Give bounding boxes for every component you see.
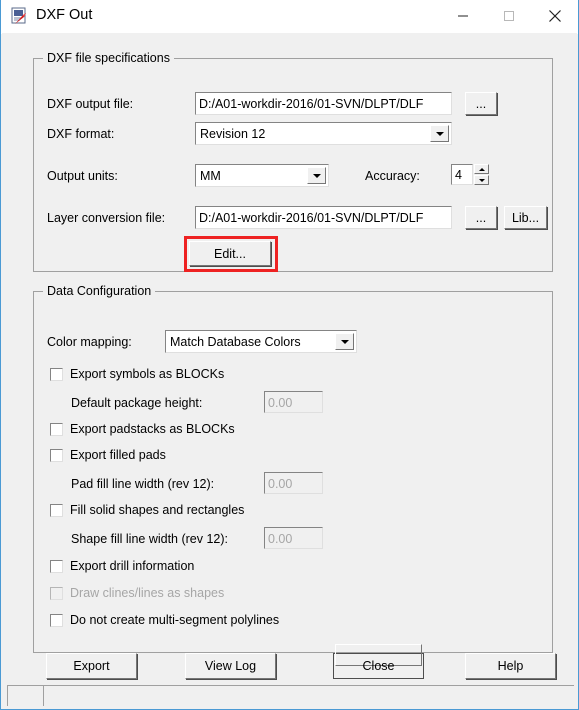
pad-fill-line-width-label: Pad fill line width (rev 12): (71, 477, 215, 491)
chevron-down-icon[interactable] (335, 333, 354, 350)
dxf-format-value: Revision 12 (200, 127, 266, 141)
layer-conversion-browse-label: ... (475, 210, 487, 225)
view-log-button-label: View Log (204, 658, 257, 673)
color-mapping-combo[interactable]: Match Database Colors (165, 330, 357, 353)
dxf-app-icon (11, 7, 29, 25)
export-button-label: Export (73, 658, 110, 673)
export-button[interactable]: Export (46, 653, 137, 679)
export-padstacks-as-blocks-label: Export padstacks as BLOCKs (70, 422, 235, 436)
chevron-down-icon[interactable] (307, 167, 326, 184)
draw-clines-as-shapes-label: Draw clines/lines as shapes (70, 586, 225, 600)
export-drill-information-checkbox[interactable] (50, 560, 63, 573)
dxf-output-file-browse-label: ... (475, 96, 487, 111)
accuracy-stepper[interactable]: 4 (451, 164, 489, 185)
window-title: DXF Out (36, 7, 93, 23)
shape-fill-line-width-label: Shape fill line width (rev 12): (71, 532, 229, 546)
pad-fill-line-width-input[interactable]: 0.00 (264, 472, 323, 494)
dxf-group-title: DXF file specifications (43, 51, 174, 65)
export-padstacks-as-blocks-checkbox[interactable] (50, 423, 63, 436)
dxf-format-label: DXF format: (47, 127, 115, 141)
export-filled-pads-label: Export filled pads (70, 448, 166, 462)
data-group-title: Data Configuration (43, 284, 156, 298)
default-package-height-input[interactable]: 0.00 (264, 391, 323, 413)
no-multi-segment-polylines-checkbox[interactable] (50, 614, 63, 627)
minimize-icon (458, 15, 468, 17)
layer-conversion-file-input[interactable]: D:/A01-workdir-2016/01-SVN/DLPT/DLF (195, 206, 452, 229)
layer-conversion-lib-label: Lib... (511, 210, 540, 225)
edit-button-label: Edit... (214, 246, 246, 261)
close-button[interactable] (532, 0, 578, 32)
help-button[interactable]: Help (465, 653, 556, 679)
accuracy-input[interactable]: 4 (451, 164, 473, 185)
export-drill-information-label: Export drill information (70, 559, 195, 573)
edit-button[interactable]: Edit... (189, 241, 271, 266)
close-dialog-button[interactable]: Close (333, 644, 424, 679)
maximize-icon (504, 11, 514, 21)
close-dialog-button-label: Close (362, 658, 395, 673)
output-units-label: Output units: (47, 169, 118, 183)
view-log-button[interactable]: View Log (185, 653, 276, 679)
color-mapping-label: Color mapping: (47, 335, 132, 349)
accuracy-increment-icon[interactable] (474, 164, 489, 174)
dialog-client-area: DXF file specifications DXF output file:… (2, 33, 577, 708)
status-bar (2, 681, 577, 708)
dxf-format-combo[interactable]: Revision 12 (195, 122, 452, 145)
title-bar: DXF Out (1, 0, 578, 34)
dxf-output-file-label: DXF output file: (47, 97, 134, 111)
export-symbols-as-blocks-checkbox[interactable] (50, 368, 63, 381)
accuracy-decrement-icon[interactable] (474, 175, 489, 185)
layer-conversion-lib-button[interactable]: Lib... (504, 206, 547, 229)
maximize-button[interactable] (486, 0, 532, 32)
output-units-combo[interactable]: MM (195, 164, 329, 187)
export-symbols-as-blocks-label: Export symbols as BLOCKs (70, 367, 225, 381)
layer-conversion-browse-button[interactable]: ... (465, 206, 497, 229)
no-multi-segment-polylines-label: Do not create multi-segment polylines (70, 613, 280, 627)
dxf-output-file-input[interactable]: D:/A01-workdir-2016/01-SVN/DLPT/DLF (195, 92, 452, 115)
status-pane-right (43, 685, 574, 706)
chevron-down-icon[interactable] (430, 125, 449, 142)
fill-solid-shapes-label: Fill solid shapes and rectangles (70, 503, 245, 517)
dxf-out-dialog: DXF Out DXF file specifications DXF outp… (0, 0, 579, 710)
draw-clines-as-shapes-checkbox (50, 587, 63, 600)
layer-conversion-file-label: Layer conversion file: (47, 211, 166, 225)
minimize-button[interactable] (440, 0, 486, 32)
export-filled-pads-checkbox[interactable] (50, 449, 63, 462)
status-pane-left (7, 685, 43, 706)
color-mapping-value: Match Database Colors (170, 335, 301, 349)
fill-solid-shapes-checkbox[interactable] (50, 504, 63, 517)
dxf-file-specifications-group: DXF file specifications DXF output file:… (33, 51, 553, 272)
help-button-label: Help (497, 658, 524, 673)
dxf-output-file-browse-button[interactable]: ... (465, 92, 497, 115)
output-units-value: MM (200, 169, 221, 183)
accuracy-label: Accuracy: (365, 169, 420, 183)
shape-fill-line-width-input[interactable]: 0.00 (264, 527, 323, 549)
close-icon (549, 10, 561, 22)
default-package-height-label: Default package height: (71, 396, 203, 410)
data-configuration-group: Data Configuration Color mapping: Match … (33, 284, 553, 653)
